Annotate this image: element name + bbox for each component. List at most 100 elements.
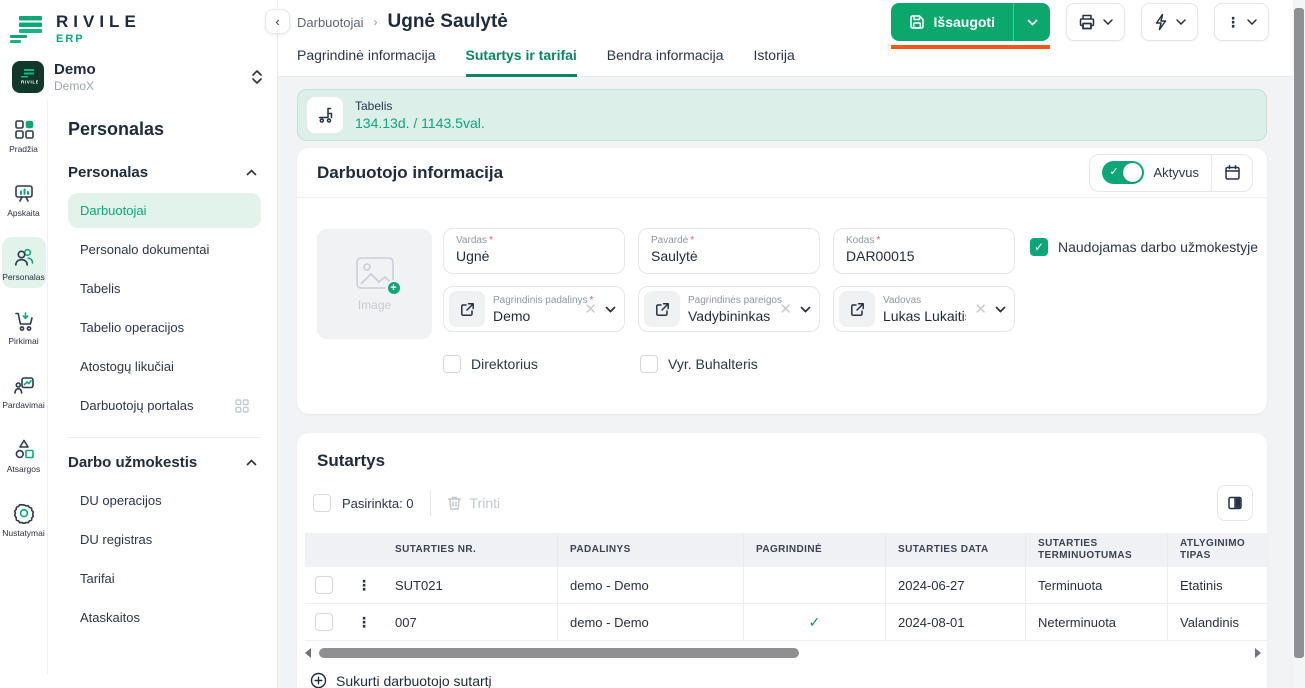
vertical-scrollbar[interactable]	[1293, 0, 1305, 688]
open-record-button[interactable]	[449, 291, 485, 327]
tab-pagrindine-informacija[interactable]: Pagrindinė informacija	[297, 47, 436, 77]
col-sutarties-nr[interactable]: SUTARTIES NR.	[383, 533, 558, 567]
chevron-down-icon	[1176, 19, 1186, 25]
naudojamas-checkbox[interactable]: ✓ Naudojamas darbo užmokestyje	[1030, 238, 1258, 256]
rail-item-atsargos[interactable]: Atsargos	[2, 429, 46, 480]
vadovas-select[interactable]: Vadovas Lukas Lukaitis ✕	[833, 286, 1015, 332]
row-checkbox[interactable]	[315, 576, 333, 594]
pavarde-field[interactable]: Pavardė* Saulytė	[638, 228, 820, 274]
kebab-icon: ⋮	[1226, 14, 1240, 31]
brand: RIVILE ERP	[0, 0, 277, 51]
col-padalinys[interactable]: PADALINYS	[558, 533, 744, 567]
horizontal-scrollbar[interactable]	[305, 646, 1261, 660]
employee-photo-upload[interactable]: + Image	[317, 229, 432, 339]
clear-icon[interactable]: ✕	[779, 302, 792, 317]
contracts-toolbar: Pasirinkta: 0 Trinti	[297, 485, 1267, 533]
sidebar-item-ataskaitos[interactable]: Ataskaitos	[68, 600, 261, 635]
sidebar-item-personalo-dokumentai[interactable]: Personalo dokumentai	[68, 232, 261, 267]
contracts-card-title: Sutartys	[317, 451, 1247, 471]
delete-button[interactable]: Trinti	[447, 495, 501, 511]
external-grid-icon	[235, 399, 249, 413]
page-title: Ugnė Saulytė	[388, 11, 508, 33]
table-row[interactable]: ⋮ SUT021 demo - Demo 2024-06-27 Terminuo…	[305, 567, 1267, 604]
row-checkbox[interactable]	[315, 613, 333, 631]
rail-item-personalas[interactable]: Personalas	[2, 237, 46, 288]
unsaved-changes-indicator	[891, 45, 1050, 49]
kodas-field[interactable]: Kodas* DAR00015	[833, 228, 1015, 274]
sidebar-item-du-registras[interactable]: DU registras	[68, 522, 261, 557]
col-atlyginimo-tipas[interactable]: ATLYGINIMO TIPAS	[1168, 533, 1265, 567]
rail-item-pardavimai[interactable]: Pardavimai	[2, 365, 46, 416]
open-record-button[interactable]	[839, 291, 875, 327]
chevron-updown-icon[interactable]	[251, 69, 263, 85]
company-code: DemoX	[54, 79, 96, 93]
section-personalas[interactable]: Personalas	[68, 164, 257, 181]
breadcrumb-parent[interactable]: Darbuotojai	[297, 15, 364, 30]
company-logo-icon: RIVILE	[12, 61, 44, 93]
sidebar-item-du-operacijos[interactable]: DU operacijos	[68, 483, 261, 518]
employee-card-title: Darbuotojo informacija	[317, 163, 503, 183]
save-dropdown-button[interactable]	[1014, 3, 1050, 41]
col-pagrindine[interactable]: PAGRINDINĖ	[744, 533, 886, 567]
sidebar-item-tabelio-operacijos[interactable]: Tabelio operacijos	[68, 310, 261, 345]
row-menu-icon[interactable]: ⋮	[357, 614, 371, 631]
sidebar-collapse-button[interactable]: ‹	[265, 9, 290, 34]
chevron-down-icon[interactable]	[995, 306, 1006, 313]
buhalteris-checkbox[interactable]: Vyr. Buhalteris	[640, 355, 758, 373]
sidebar-item-atostogu-likuciai[interactable]: Atostogų likučiai	[68, 349, 261, 384]
create-contract-link[interactable]: Sukurti darbuotojo sutartį	[310, 672, 1267, 688]
tab-sutartys-ir-tarifai[interactable]: Sutartys ir tarifai	[466, 47, 577, 77]
more-menu-button[interactable]: ⋮	[1214, 3, 1269, 41]
rail-item-pradzia[interactable]: Pradžia	[2, 109, 46, 160]
tab-istorija[interactable]: Istorija	[754, 47, 795, 77]
banner-value: 134.13d. / 1143.5val.	[355, 115, 485, 131]
sidebar-menu: Personalas Personalas Darbuotojai Person…	[48, 101, 277, 674]
col-terminuotumas[interactable]: SUTARTIES TERMINUOTUMAS	[1026, 533, 1168, 567]
row-menu-icon[interactable]: ⋮	[357, 577, 371, 594]
sidebar-item-tabelis[interactable]: Tabelis	[68, 271, 261, 306]
sidebar-item-tarifai[interactable]: Tarifai	[68, 561, 261, 596]
hscroll-thumb[interactable]	[319, 648, 799, 658]
rail-item-apskaita[interactable]: Apskaita	[2, 173, 46, 224]
column-settings-button[interactable]	[1217, 485, 1253, 521]
left-panel: RIVILE ERP RIVILE Demo DemoX Pradžia Aps…	[0, 0, 278, 688]
clear-icon[interactable]: ✕	[974, 302, 987, 317]
brand-sub: ERP	[56, 33, 141, 45]
vardas-field[interactable]: Vardas* Ugnė	[443, 228, 625, 274]
scroll-left-icon[interactable]	[305, 648, 311, 658]
rail-item-nustatymai[interactable]: Nustatymai	[2, 493, 46, 544]
checkbox-icon[interactable]	[640, 355, 658, 373]
breadcrumb: Darbuotojai › Ugnė Saulytė	[297, 11, 508, 33]
sidebar-item-darbuotojai[interactable]: Darbuotojai	[68, 193, 261, 228]
col-sutarties-data[interactable]: SUTARTIES DATA	[886, 533, 1026, 567]
clear-icon[interactable]: ✕	[584, 302, 597, 317]
tabelis-banner[interactable]: Tabelis 134.13d. / 1143.5val.	[297, 89, 1267, 141]
checkbox-checked-icon[interactable]: ✓	[1030, 238, 1048, 256]
print-button[interactable]	[1066, 3, 1125, 41]
rail-item-pirkimai[interactable]: Pirkimai	[2, 301, 46, 352]
vscroll-thumb[interactable]	[1294, 8, 1304, 658]
sidebar-title: Personalas	[68, 119, 261, 140]
section-darbo-uzmokestis[interactable]: Darbo užmokestis	[68, 454, 257, 471]
save-button[interactable]: Išsaugoti	[891, 3, 1050, 41]
active-toggle[interactable]: ✓ Aktyvus	[1090, 155, 1212, 191]
chevron-down-icon[interactable]	[800, 306, 811, 313]
select-all-checkbox[interactable]	[313, 494, 331, 512]
padalinys-select[interactable]: Pagrindinis padalinys* Demo ✕	[443, 286, 625, 332]
columns-icon	[1227, 495, 1243, 511]
actions-lightning-button[interactable]	[1141, 3, 1198, 41]
svg-text:RIVILE: RIVILE	[21, 80, 38, 85]
company-selector[interactable]: RIVILE Demo DemoX	[12, 61, 263, 93]
chevron-down-icon[interactable]	[605, 306, 616, 313]
scroll-right-icon[interactable]	[1255, 648, 1261, 658]
calendar-button[interactable]	[1212, 155, 1252, 191]
pareigos-select[interactable]: Pagrindinės pareigos Vadybininkas ✕	[638, 286, 820, 332]
main-contract-check: ✓	[809, 614, 821, 631]
sidebar-item-darbuotoju-portalas[interactable]: Darbuotojų portalas	[68, 388, 261, 423]
checkbox-icon[interactable]	[443, 355, 461, 373]
open-record-button[interactable]	[644, 291, 680, 327]
tab-bendra-informacija[interactable]: Bendra informacija	[607, 47, 724, 77]
toggle-on-icon[interactable]: ✓	[1102, 161, 1144, 184]
table-row[interactable]: ⋮ 007 demo - Demo ✓ 2024-08-01 Neterminu…	[305, 604, 1267, 641]
direktorius-checkbox[interactable]: Direktorius	[443, 355, 538, 373]
